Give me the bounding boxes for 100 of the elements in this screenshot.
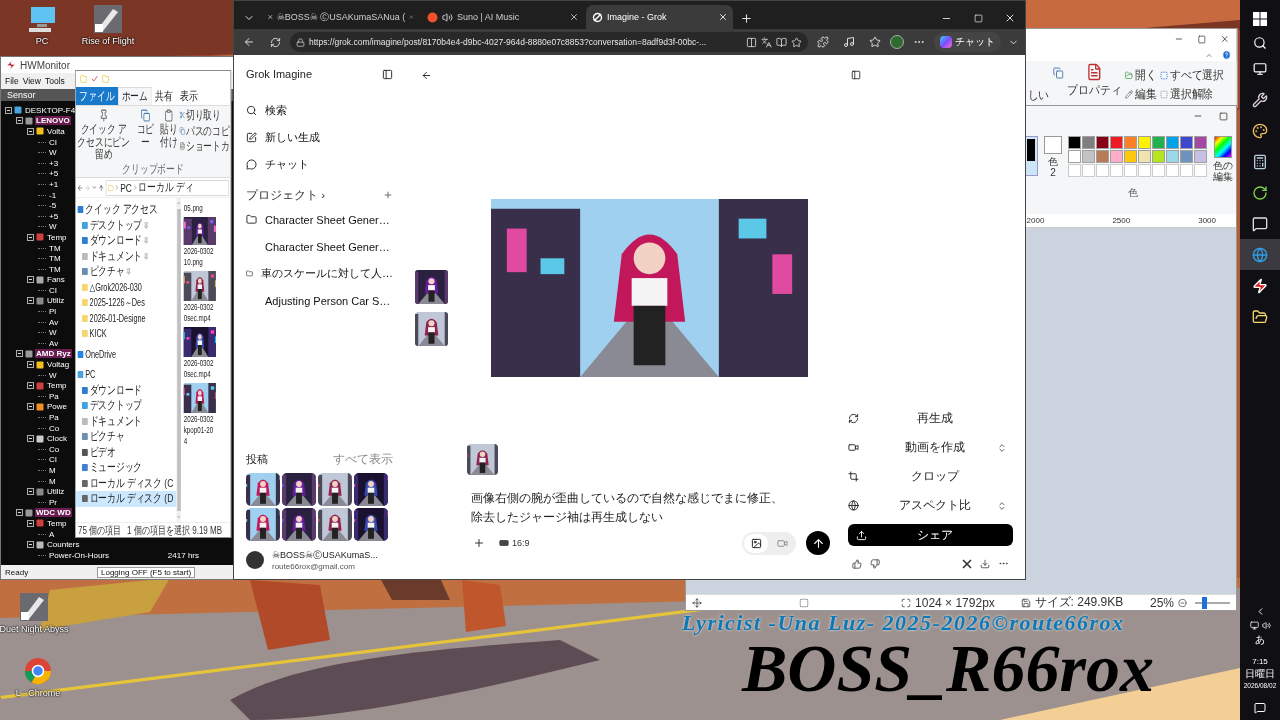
group-label: クリップボード xyxy=(122,163,184,176)
desktop-icon-label[interactable]: Rise of Flight xyxy=(81,36,135,46)
project-item[interactable]: Adjusting Person Car S… xyxy=(246,287,393,314)
menu-item[interactable]: Tools xyxy=(45,76,65,86)
prompt-field[interactable]: 画像右側の腕が歪曲しているので自然な感じでまに修正、 除去したジャージ袖は再生成しない xyxy=(467,489,830,527)
nav-item[interactable]: ミュージック xyxy=(75,460,177,476)
show-all-link[interactable]: すべて表示 xyxy=(333,451,393,468)
sensor-label: Co xyxy=(48,444,61,454)
browser-tab[interactable]: Imagine - Grok xyxy=(586,5,733,29)
ribbon-button[interactable]: すべて選択 xyxy=(1160,67,1224,84)
sensor-label: -5 xyxy=(48,201,58,211)
menu-item[interactable]: File xyxy=(5,76,19,86)
project-item[interactable]: Character Sheet Gener… xyxy=(246,206,393,233)
nav-item[interactable]: 2026-01-Designe xyxy=(75,310,177,326)
sensor-label: W xyxy=(48,328,58,338)
status-text: 75 個の項目 xyxy=(77,523,122,537)
project-item[interactable]: Character Sheet Gener… xyxy=(246,233,393,260)
properties-button[interactable]: プロパティ xyxy=(1067,63,1122,99)
sensor-label: Pa xyxy=(48,413,60,422)
ribbon-button[interactable]: ショートカ xyxy=(179,140,230,153)
breadcrumb[interactable]: ローカル ディ xyxy=(138,180,194,195)
ruler-number: 3000 xyxy=(1198,216,1216,225)
window-title: HWMonitor xyxy=(20,59,70,71)
file-name[interactable]: 2026-0302 xyxy=(183,302,231,312)
sensor-label: Temp xyxy=(46,232,68,242)
sensor-label: A xyxy=(48,529,56,539)
sensor-label: Utiliz xyxy=(46,296,66,306)
nav-item[interactable]: OneDrive xyxy=(75,346,177,362)
file-name[interactable]: kpop01-20 xyxy=(183,425,231,435)
nav-item[interactable]: ビデオ xyxy=(75,444,177,460)
sensor-label: Temp xyxy=(46,381,68,391)
share-button[interactable]: シェア xyxy=(848,524,1013,546)
nav-item[interactable]: KICK xyxy=(75,326,177,342)
ribbon-button[interactable]: 開く xyxy=(1124,67,1157,84)
nav-item[interactable]: 2025-1226～Des xyxy=(75,295,177,311)
file-size: サイズ: 249.9KB xyxy=(1034,594,1124,611)
address-bar[interactable]: https://grok.com/imagine/post/8170b4e4-d9bc-4027-964d-8880e07c8853?conversation=8adf9d3f-00bc-... xyxy=(290,32,808,52)
pin-button[interactable]: クイック アクセスにピン留め xyxy=(76,109,131,163)
nav-item[interactable]: デスクトップ xyxy=(75,217,177,233)
nav-item[interactable]: PC xyxy=(75,367,177,383)
file-name[interactable]: 2026-0302 xyxy=(183,414,231,424)
project-item[interactable]: 車のスケールに対して人… xyxy=(246,260,393,287)
nav-item[interactable]: ダウンロード xyxy=(75,233,177,249)
file-name[interactable]: 4 xyxy=(183,436,231,446)
sensor-label: WDC WD xyxy=(35,508,72,518)
sensor-label: +3 xyxy=(48,158,60,168)
address-field[interactable]: PC ローカル ディ xyxy=(105,179,230,196)
action-button[interactable]: クロップ xyxy=(848,462,1013,491)
nav-item[interactable]: ピクチャ xyxy=(75,429,177,445)
nav-item[interactable]: 検索 xyxy=(246,97,393,124)
nav-item[interactable]: ドキュメント xyxy=(75,248,177,264)
sensor-label: W xyxy=(48,222,58,232)
file-name[interactable]: 0sec.mp4 xyxy=(183,369,231,379)
copy-button[interactable]: コピー xyxy=(132,109,159,163)
sensor-label: W xyxy=(48,148,58,158)
sensor-label: Temp xyxy=(46,518,68,528)
file-name[interactable]: 0sec.mp4 xyxy=(183,313,231,323)
nav-item[interactable]: △Grok2026-030 xyxy=(75,279,177,295)
clock-time[interactable]: 7:15 xyxy=(1252,656,1268,668)
action-button[interactable]: アスペクト比 xyxy=(848,491,1013,520)
copilot-button[interactable]: チャット xyxy=(934,32,1001,52)
sensor-label: Av xyxy=(48,317,60,327)
ribbon-button[interactable]: パスのコピ xyxy=(179,124,230,137)
nav-item[interactable]: 新しい生成 xyxy=(246,124,393,151)
file-name[interactable]: 2026-0302 xyxy=(183,358,231,368)
ribbon-tab[interactable]: ファイル xyxy=(75,87,119,105)
file-name[interactable]: 10.png xyxy=(183,257,231,267)
sensor-label: TM xyxy=(48,254,62,264)
sensor-label: LENOVO xyxy=(35,116,71,126)
edit-colors-button[interactable]: 色の編集 xyxy=(1212,136,1234,182)
section-title[interactable]: プロジェクト › xyxy=(246,187,326,203)
nav-item[interactable]: デスクトップ xyxy=(75,398,177,414)
breadcrumb[interactable]: PC xyxy=(120,181,132,194)
menu-item[interactable]: View xyxy=(22,76,41,86)
color-2-button[interactable]: 色 2 xyxy=(1043,136,1063,178)
nav-item[interactable]: チャット xyxy=(246,151,393,178)
sensor-label: Pl xyxy=(48,307,58,317)
ribbon-tab[interactable]: ホーム xyxy=(118,87,152,105)
aspect-button[interactable]: 16:9 xyxy=(499,538,530,548)
paste-button[interactable]: 貼り付け xyxy=(159,109,178,163)
nav-item[interactable]: ローカル ディスク (C xyxy=(75,475,177,491)
input-method[interactable]: あ xyxy=(1255,634,1265,646)
browser-tab[interactable]: Suno | AI Music xyxy=(421,5,584,29)
nav-item[interactable]: ピクチャ xyxy=(75,264,177,280)
action-button[interactable]: 動画を作成 xyxy=(848,433,1013,462)
desktop-icon-label[interactable]: PC xyxy=(35,36,49,46)
browser-tab[interactable]: ☠BOSS☠ ⒸUSAKumaSANua ( xyxy=(262,5,419,29)
file-name[interactable]: 05.png xyxy=(183,203,231,213)
clock-day[interactable]: 日曜日 xyxy=(1245,668,1275,680)
nav-item[interactable]: ドキュメント xyxy=(75,413,177,429)
ribbon-button[interactable]: 選択解除 xyxy=(1160,86,1224,103)
status-text: 1 個の項目を選択 9.19 MB xyxy=(127,523,223,537)
nav-item[interactable]: クイック アクセス xyxy=(75,202,177,218)
sensor-label: TM xyxy=(48,264,62,274)
file-name[interactable]: 2026-0302 xyxy=(183,246,231,256)
ribbon-button[interactable]: 切り取り xyxy=(179,109,230,122)
nav-item[interactable]: ローカル ディスク (D xyxy=(75,491,177,507)
nav-item[interactable]: ダウンロード xyxy=(75,382,177,398)
ribbon-button[interactable]: 編集 xyxy=(1124,86,1157,103)
action-button[interactable]: 再生成 xyxy=(848,404,1013,433)
